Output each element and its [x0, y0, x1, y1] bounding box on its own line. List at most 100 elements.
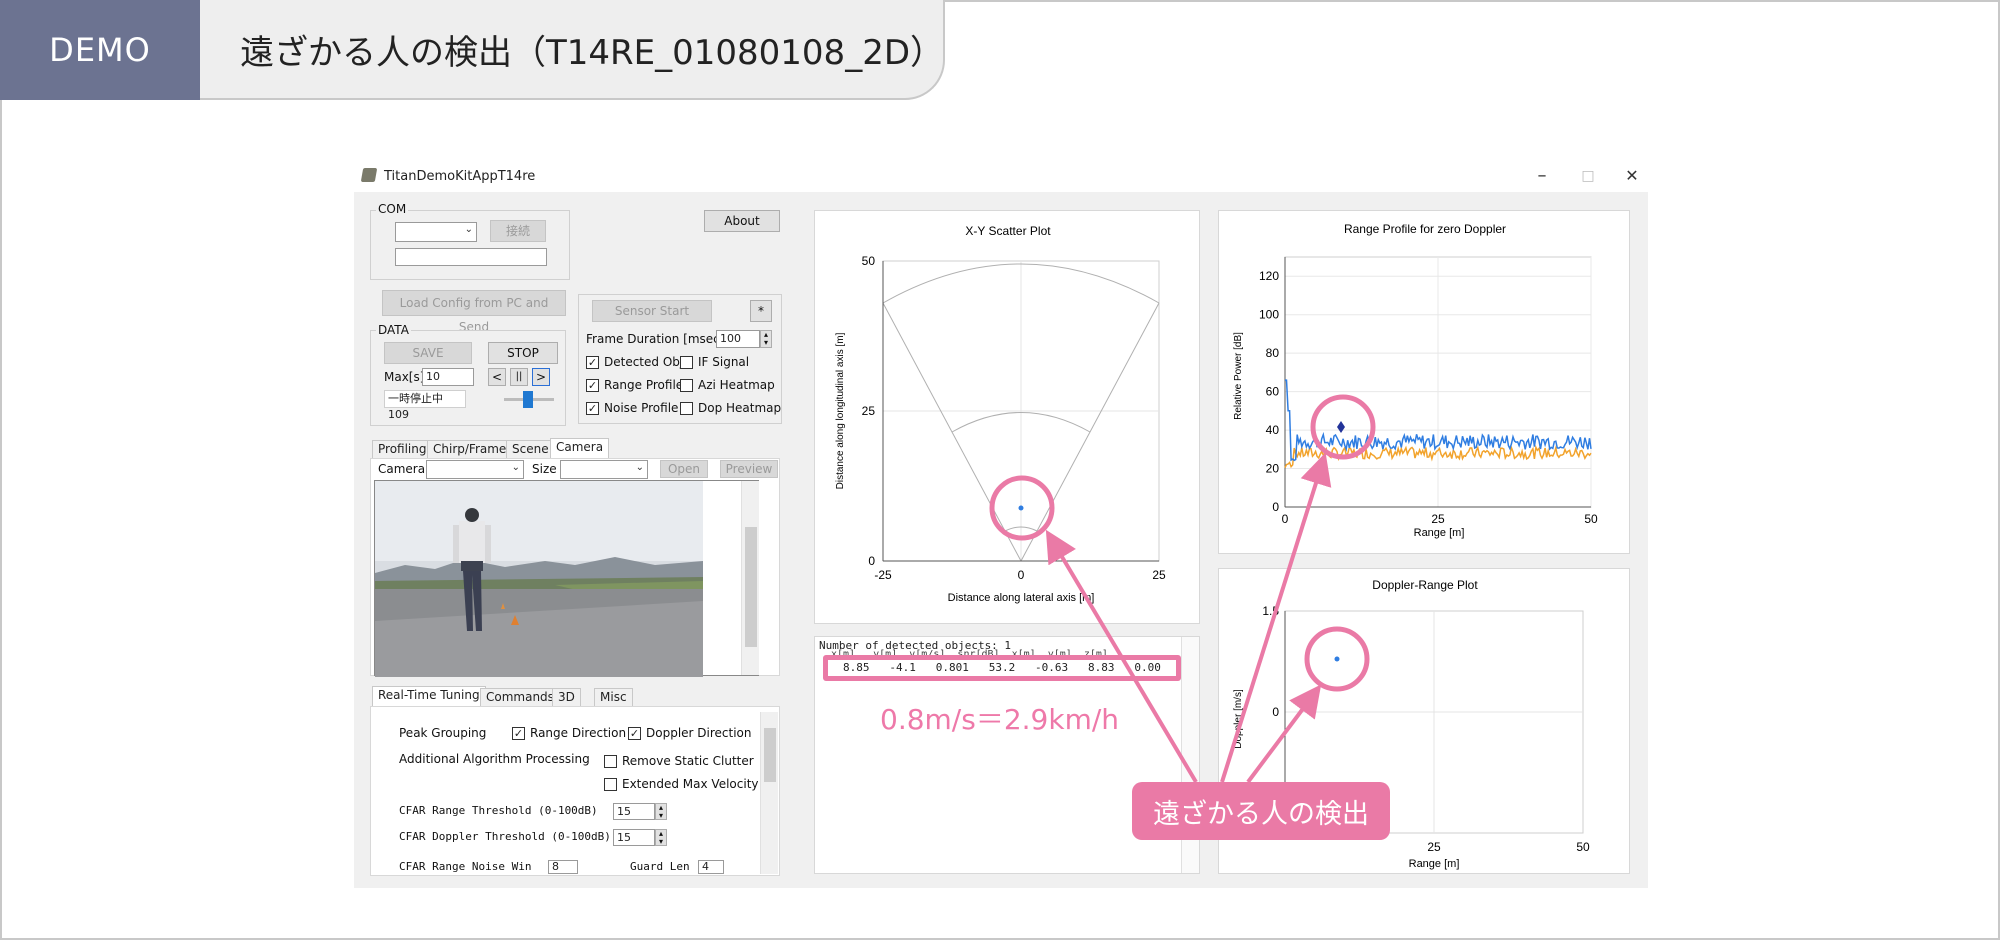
about-button[interactable]: About: [704, 210, 780, 232]
data-group-label: DATA: [376, 323, 411, 337]
window-titlebar: TitanDemoKitAppT14re – □ ✕: [354, 160, 1648, 192]
save-button[interactable]: SAVE: [384, 342, 472, 364]
tab-commands[interactable]: Commands: [480, 688, 560, 707]
doppler-direction-checkbox[interactable]: ✓: [628, 727, 641, 740]
sensor-start-button[interactable]: Sensor Start: [592, 300, 712, 322]
additional-processing-label: Additional Algorithm Processing: [399, 752, 590, 766]
azi-heatmap-label: Azi Heatmap: [698, 378, 775, 392]
minimize-button[interactable]: –: [1522, 164, 1562, 188]
camera-image: [375, 481, 703, 677]
app-icon: [360, 168, 378, 182]
pause-button[interactable]: ||: [510, 368, 528, 386]
connect-button[interactable]: 接続: [490, 220, 546, 242]
range-profile-chart: Range Profile for zero Doppler 120 100 80 6…: [1233, 222, 1598, 539]
tuning-scroll-thumb[interactable]: [764, 728, 776, 782]
doppler-xtick-25: 25: [1427, 840, 1441, 854]
frame-duration-stepper[interactable]: ▴ ▾: [760, 330, 772, 348]
detected-peak-marker: [1337, 421, 1345, 433]
if-signal-checkbox[interactable]: [680, 356, 693, 369]
tab-camera[interactable]: Camera: [550, 438, 610, 459]
range-profile-ylabel: Relative Power [dB]: [1233, 332, 1244, 420]
preview-button[interactable]: Preview: [720, 460, 778, 478]
tab-chirp-frame[interactable]: Chirp/Frame: [427, 440, 513, 459]
noise-profile-checkbox[interactable]: ✓: [586, 402, 599, 415]
chevron-down-icon: ⌄: [464, 224, 473, 235]
detected-obj-label: Detected Obj: [604, 355, 684, 369]
frame-slider-thumb[interactable]: [523, 391, 533, 408]
range-profile-xtick: 0: [1282, 512, 1289, 526]
camera-select[interactable]: ⌄: [426, 460, 524, 479]
scatter-title: X-Y Scatter Plot: [965, 224, 1051, 238]
range-profile-panel: Range Profile for zero Doppler 120 100 80 6…: [1218, 210, 1630, 554]
cfar-doppler-stepper[interactable]: ▴ ▾: [655, 829, 667, 846]
azi-heatmap-checkbox[interactable]: [680, 379, 693, 392]
com-group-label: COM: [376, 202, 409, 216]
tab-misc[interactable]: Misc: [594, 688, 633, 707]
load-config-button[interactable]: Load Config from PC and Send: [382, 290, 566, 334]
maximize-button[interactable]: □: [1568, 164, 1608, 188]
extended-max-velocity-checkbox[interactable]: [604, 778, 617, 791]
next-frame-button[interactable]: >: [532, 368, 550, 386]
detected-object-point: [1018, 505, 1024, 511]
prev-frame-button[interactable]: <: [488, 368, 506, 386]
star-button[interactable]: *: [750, 300, 772, 322]
scatter-xtick-neg25: -25: [874, 568, 892, 582]
noise-profile-label: Noise Profile: [604, 401, 679, 415]
cfar-doppler-input[interactable]: 15: [613, 829, 655, 846]
range-profile-ytick: 100: [1259, 308, 1279, 322]
camera-view: [374, 480, 759, 677]
range-profile-ytick: 120: [1259, 269, 1279, 283]
scatter-ytick-50: 50: [862, 254, 876, 268]
max-seconds-label: Max[s]: [384, 370, 425, 384]
dop-heatmap-checkbox[interactable]: [680, 402, 693, 415]
cfar-noise-label: CFAR Range Noise Win: [399, 860, 532, 873]
doppler-ytick-1-5: 1.5: [1262, 604, 1279, 618]
remove-static-clutter-label: Remove Static Clutter: [622, 754, 754, 768]
cfar-range-input[interactable]: 15: [613, 803, 655, 820]
range-direction-checkbox[interactable]: ✓: [512, 727, 525, 740]
stop-button[interactable]: STOP: [488, 342, 558, 364]
range-profile-xlabel: Range [m]: [1414, 527, 1465, 539]
doppler-xtick-50: 50: [1576, 840, 1590, 854]
doppler-xlabel: Range [m]: [1409, 858, 1460, 870]
camera-scroll-thumb[interactable]: [745, 527, 757, 647]
com-status-field: [395, 248, 547, 266]
tab-profiling[interactable]: Profiling: [372, 440, 433, 459]
tab-3d[interactable]: 3D: [552, 688, 581, 707]
range-profile-checkbox[interactable]: ✓: [586, 379, 599, 392]
speed-annotation: 0.8m/s＝2.9km/h: [880, 703, 1120, 736]
cfar-range-stepper[interactable]: ▴ ▾: [655, 803, 667, 820]
size-label: Size: [532, 462, 557, 476]
com-port-select[interactable]: ⌄: [395, 222, 477, 242]
frame-duration-input[interactable]: 100: [716, 330, 760, 348]
doppler-point: [1334, 656, 1340, 662]
tuning-scrollbar[interactable]: [760, 712, 778, 874]
max-seconds-input[interactable]: 10: [422, 368, 474, 386]
close-button[interactable]: ✕: [1612, 164, 1652, 188]
slide-title: 遠ざかる人の検出（T14RE_01080108_2D）: [200, 0, 945, 100]
guard-len-input[interactable]: 4: [698, 860, 724, 874]
remove-static-clutter-checkbox[interactable]: [604, 755, 617, 768]
range-profile-label: Range Profile: [604, 378, 684, 392]
guard-len-label: Guard Len: [630, 860, 690, 873]
size-select[interactable]: ⌄: [560, 460, 648, 479]
extended-max-velocity-label: Extended Max Velocity: [622, 777, 759, 791]
tab-scene[interactable]: Scene: [506, 440, 555, 459]
dop-heatmap-label: Dop Heatmap: [698, 401, 782, 415]
range-profile-title: Range Profile for zero Doppler: [1344, 222, 1506, 236]
cfar-doppler-label: CFAR Doppler Threshold (0-100dB): [399, 830, 611, 843]
cfar-noise-input[interactable]: 8: [548, 860, 578, 874]
detected-obj-checkbox[interactable]: ✓: [586, 356, 599, 369]
scatter-plot-panel: X-Y Scatter Plot 50 25 0 -25 0 25 Distan…: [814, 210, 1200, 624]
range-profile-xtick: 25: [1431, 512, 1445, 526]
demo-tag: DEMO: [0, 0, 200, 100]
tab-real-time-tuning[interactable]: Real-Time Tuning: [372, 686, 486, 707]
open-button[interactable]: Open: [660, 460, 708, 478]
range-profile-ytick: 20: [1266, 462, 1280, 476]
camera-label: Camera: [378, 462, 426, 476]
scatter-ylabel: Distance along longitudinal axis [m]: [835, 332, 846, 489]
frame-duration-label: Frame Duration [msec]: [586, 332, 725, 346]
range-profile-ytick: 40: [1266, 423, 1280, 437]
camera-scrollbar[interactable]: [741, 481, 759, 675]
cfar-range-label: CFAR Range Threshold (0-100dB): [399, 804, 598, 817]
